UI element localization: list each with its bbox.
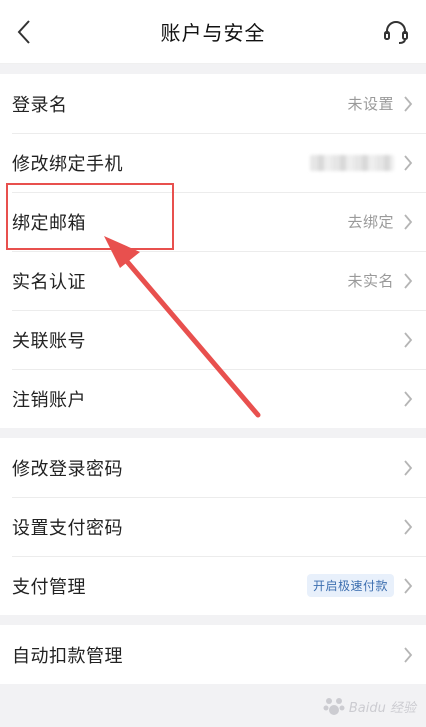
watermark-text: Baidu 经验 — [348, 700, 416, 716]
annotation-arrow — [104, 236, 261, 418]
paw-icon — [323, 698, 345, 715]
baidu-jingyan-watermark: Baidu 经验 — [298, 689, 416, 723]
